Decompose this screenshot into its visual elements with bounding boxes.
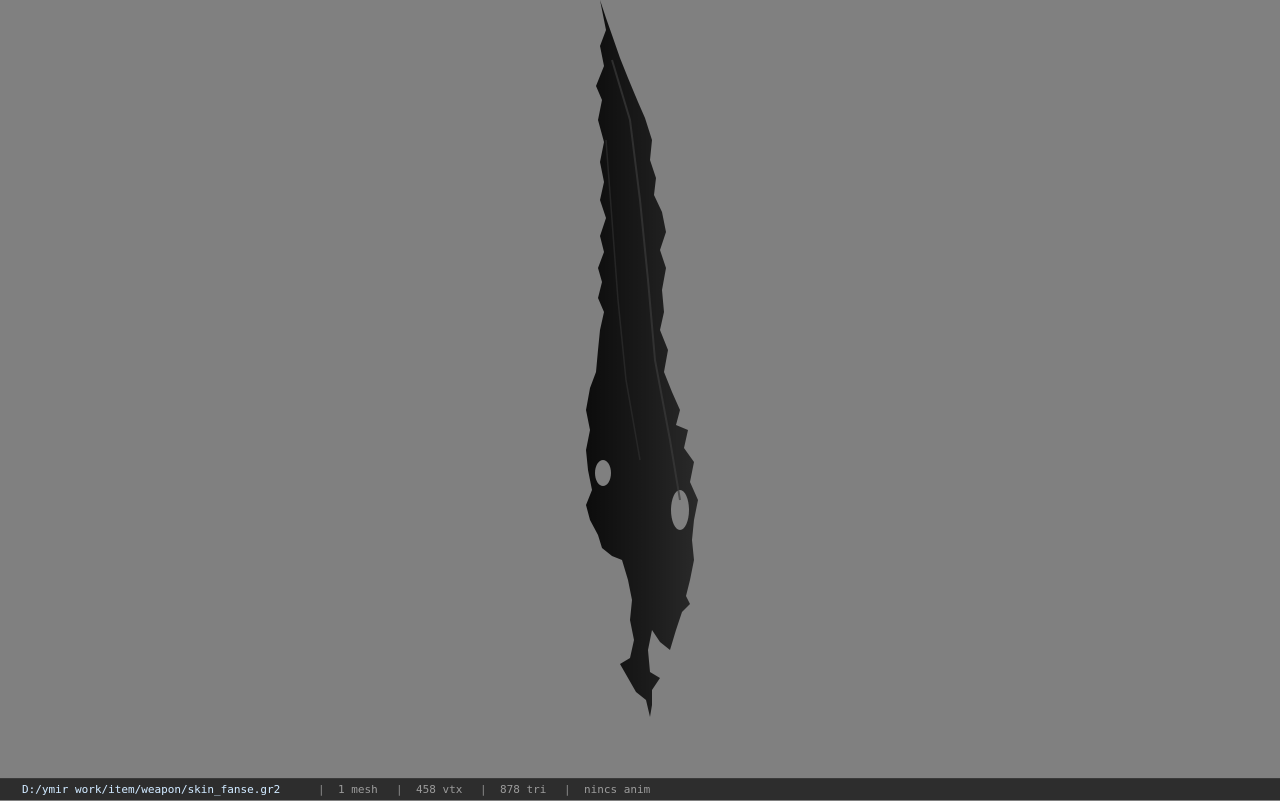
separator: |	[396, 783, 403, 796]
vertex-count: 458 vtx	[416, 783, 463, 796]
blade-silhouette	[586, 0, 698, 717]
animation-status: nincs anim	[584, 783, 651, 796]
separator: |	[318, 783, 325, 796]
mesh-count: 1 mesh	[338, 783, 378, 796]
status-bar: D:/ymir work/item/weapon/skin_fanse.gr2 …	[0, 778, 1280, 800]
file-path: D:/ymir work/item/weapon/skin_fanse.gr2	[22, 783, 281, 796]
separator: |	[564, 783, 571, 796]
weapon-model	[586, 0, 698, 717]
separator: |	[480, 783, 487, 796]
triangle-count: 878 tri	[500, 783, 547, 796]
3d-viewport[interactable]	[0, 0, 1280, 778]
guard-hole-left	[595, 460, 611, 486]
